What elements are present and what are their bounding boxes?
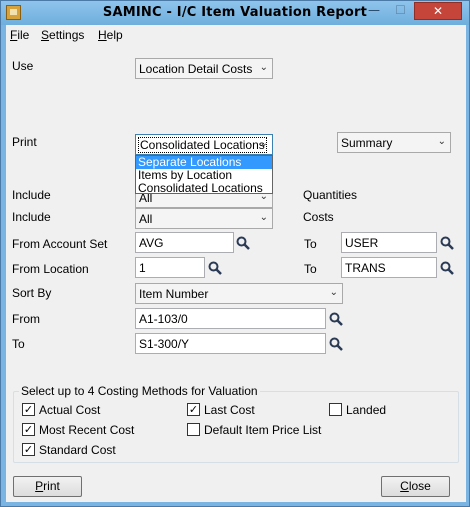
search-icon[interactable]	[439, 260, 455, 276]
close-button[interactable]: Close	[381, 476, 450, 497]
costs-label: Costs	[303, 210, 334, 224]
to-item-input[interactable]: S1-300/Y	[135, 333, 326, 354]
include-costs-select[interactable]: All ⌄	[135, 208, 273, 229]
chevron-down-icon: ⌄	[437, 136, 446, 147]
to-location-input[interactable]: TRANS	[341, 257, 437, 278]
chevron-down-icon: ⌄	[259, 62, 268, 73]
from-item-input[interactable]: A1-103/0	[135, 308, 326, 329]
actual-cost-label: Actual Cost	[39, 403, 101, 417]
summary-select[interactable]: Summary ⌄	[337, 132, 451, 153]
chevron-down-icon: ⌄	[259, 138, 268, 149]
last-cost-checkbox[interactable]: ✓	[187, 403, 200, 416]
from-account-set-value: AVG	[139, 236, 164, 250]
costing-methods-title: Select up to 4 Costing Methods for Valua…	[19, 384, 260, 398]
search-icon[interactable]	[207, 260, 223, 276]
menu-settings[interactable]: Settings	[41, 28, 84, 42]
search-icon[interactable]	[439, 235, 455, 251]
close-window-button[interactable]: ✕	[414, 2, 462, 20]
from-account-set-input[interactable]: AVG	[135, 232, 234, 253]
landed-label: Landed	[346, 403, 387, 417]
from-item-label: From	[12, 312, 40, 326]
to-item-value: S1-300/Y	[139, 337, 190, 351]
minimize-button[interactable]: —	[361, 2, 387, 20]
print-options-list[interactable]: Separate Locations Items by Location Con…	[135, 155, 273, 195]
most-recent-cost-label: Most Recent Cost	[39, 423, 135, 437]
print-value: Consolidated Locations	[138, 137, 267, 153]
most-recent-cost-checkbox[interactable]: ✓	[22, 423, 35, 436]
sort-by-value: Item Number	[139, 287, 209, 301]
to-account-set-value: USER	[345, 236, 379, 250]
chevron-down-icon: ⌄	[329, 287, 338, 298]
print-select[interactable]: Consolidated Locations ⌄	[135, 134, 273, 155]
default-item-price-list-label: Default Item Price List	[204, 423, 322, 437]
chevron-down-icon: ⌄	[259, 212, 268, 223]
default-item-price-list-checkbox[interactable]	[187, 423, 200, 436]
search-icon[interactable]	[328, 336, 344, 352]
include-quantities-label: Include	[12, 188, 51, 202]
use-label: Use	[12, 59, 34, 73]
sort-by-label: Sort By	[12, 286, 52, 300]
to-location-value: TRANS	[345, 261, 386, 275]
report-window: SAMINC - I/C Item Valuation Report — ☐ ✕…	[0, 0, 470, 507]
use-value: Location Detail Costs	[139, 62, 253, 76]
to-account-set-input[interactable]: USER	[341, 232, 437, 253]
search-icon[interactable]	[328, 311, 344, 327]
last-cost-label: Last Cost	[204, 403, 255, 417]
from-location-input[interactable]: 1	[135, 257, 205, 278]
standard-cost-checkbox[interactable]: ✓	[22, 443, 35, 456]
menu-help[interactable]: Help	[98, 28, 123, 42]
include-costs-label: Include	[12, 210, 51, 224]
summary-value: Summary	[341, 136, 393, 150]
from-item-value: A1-103/0	[139, 312, 188, 326]
from-location-label: From Location	[12, 262, 89, 276]
search-icon[interactable]	[235, 235, 251, 251]
form-area: Use Location Detail Costs ⌄ Print Consol…	[6, 45, 466, 502]
to-location-label: To	[304, 262, 317, 276]
menu-file[interactable]: File	[10, 28, 29, 42]
actual-cost-checkbox[interactable]: ✓	[22, 403, 35, 416]
standard-cost-label: Standard Cost	[39, 443, 116, 457]
use-select[interactable]: Location Detail Costs ⌄	[135, 58, 273, 79]
menu-bar: File Settings Help	[6, 25, 466, 45]
include-costs-value: All	[139, 212, 153, 226]
print-label: Print	[12, 135, 37, 149]
from-location-value: 1	[139, 261, 146, 275]
title-bar[interactable]: SAMINC - I/C Item Valuation Report — ☐ ✕	[1, 1, 469, 25]
print-option-consolidated-locations[interactable]: Consolidated Locations	[136, 182, 272, 195]
from-account-set-label: From Account Set	[12, 237, 108, 251]
to-item-label: To	[12, 337, 25, 351]
to-account-set-label: To	[304, 237, 317, 251]
maximize-button[interactable]: ☐	[388, 2, 413, 20]
quantities-label: Quantities	[303, 188, 358, 202]
print-button[interactable]: Print	[13, 476, 82, 497]
landed-checkbox[interactable]	[329, 403, 342, 416]
sort-by-select[interactable]: Item Number ⌄	[135, 283, 343, 304]
